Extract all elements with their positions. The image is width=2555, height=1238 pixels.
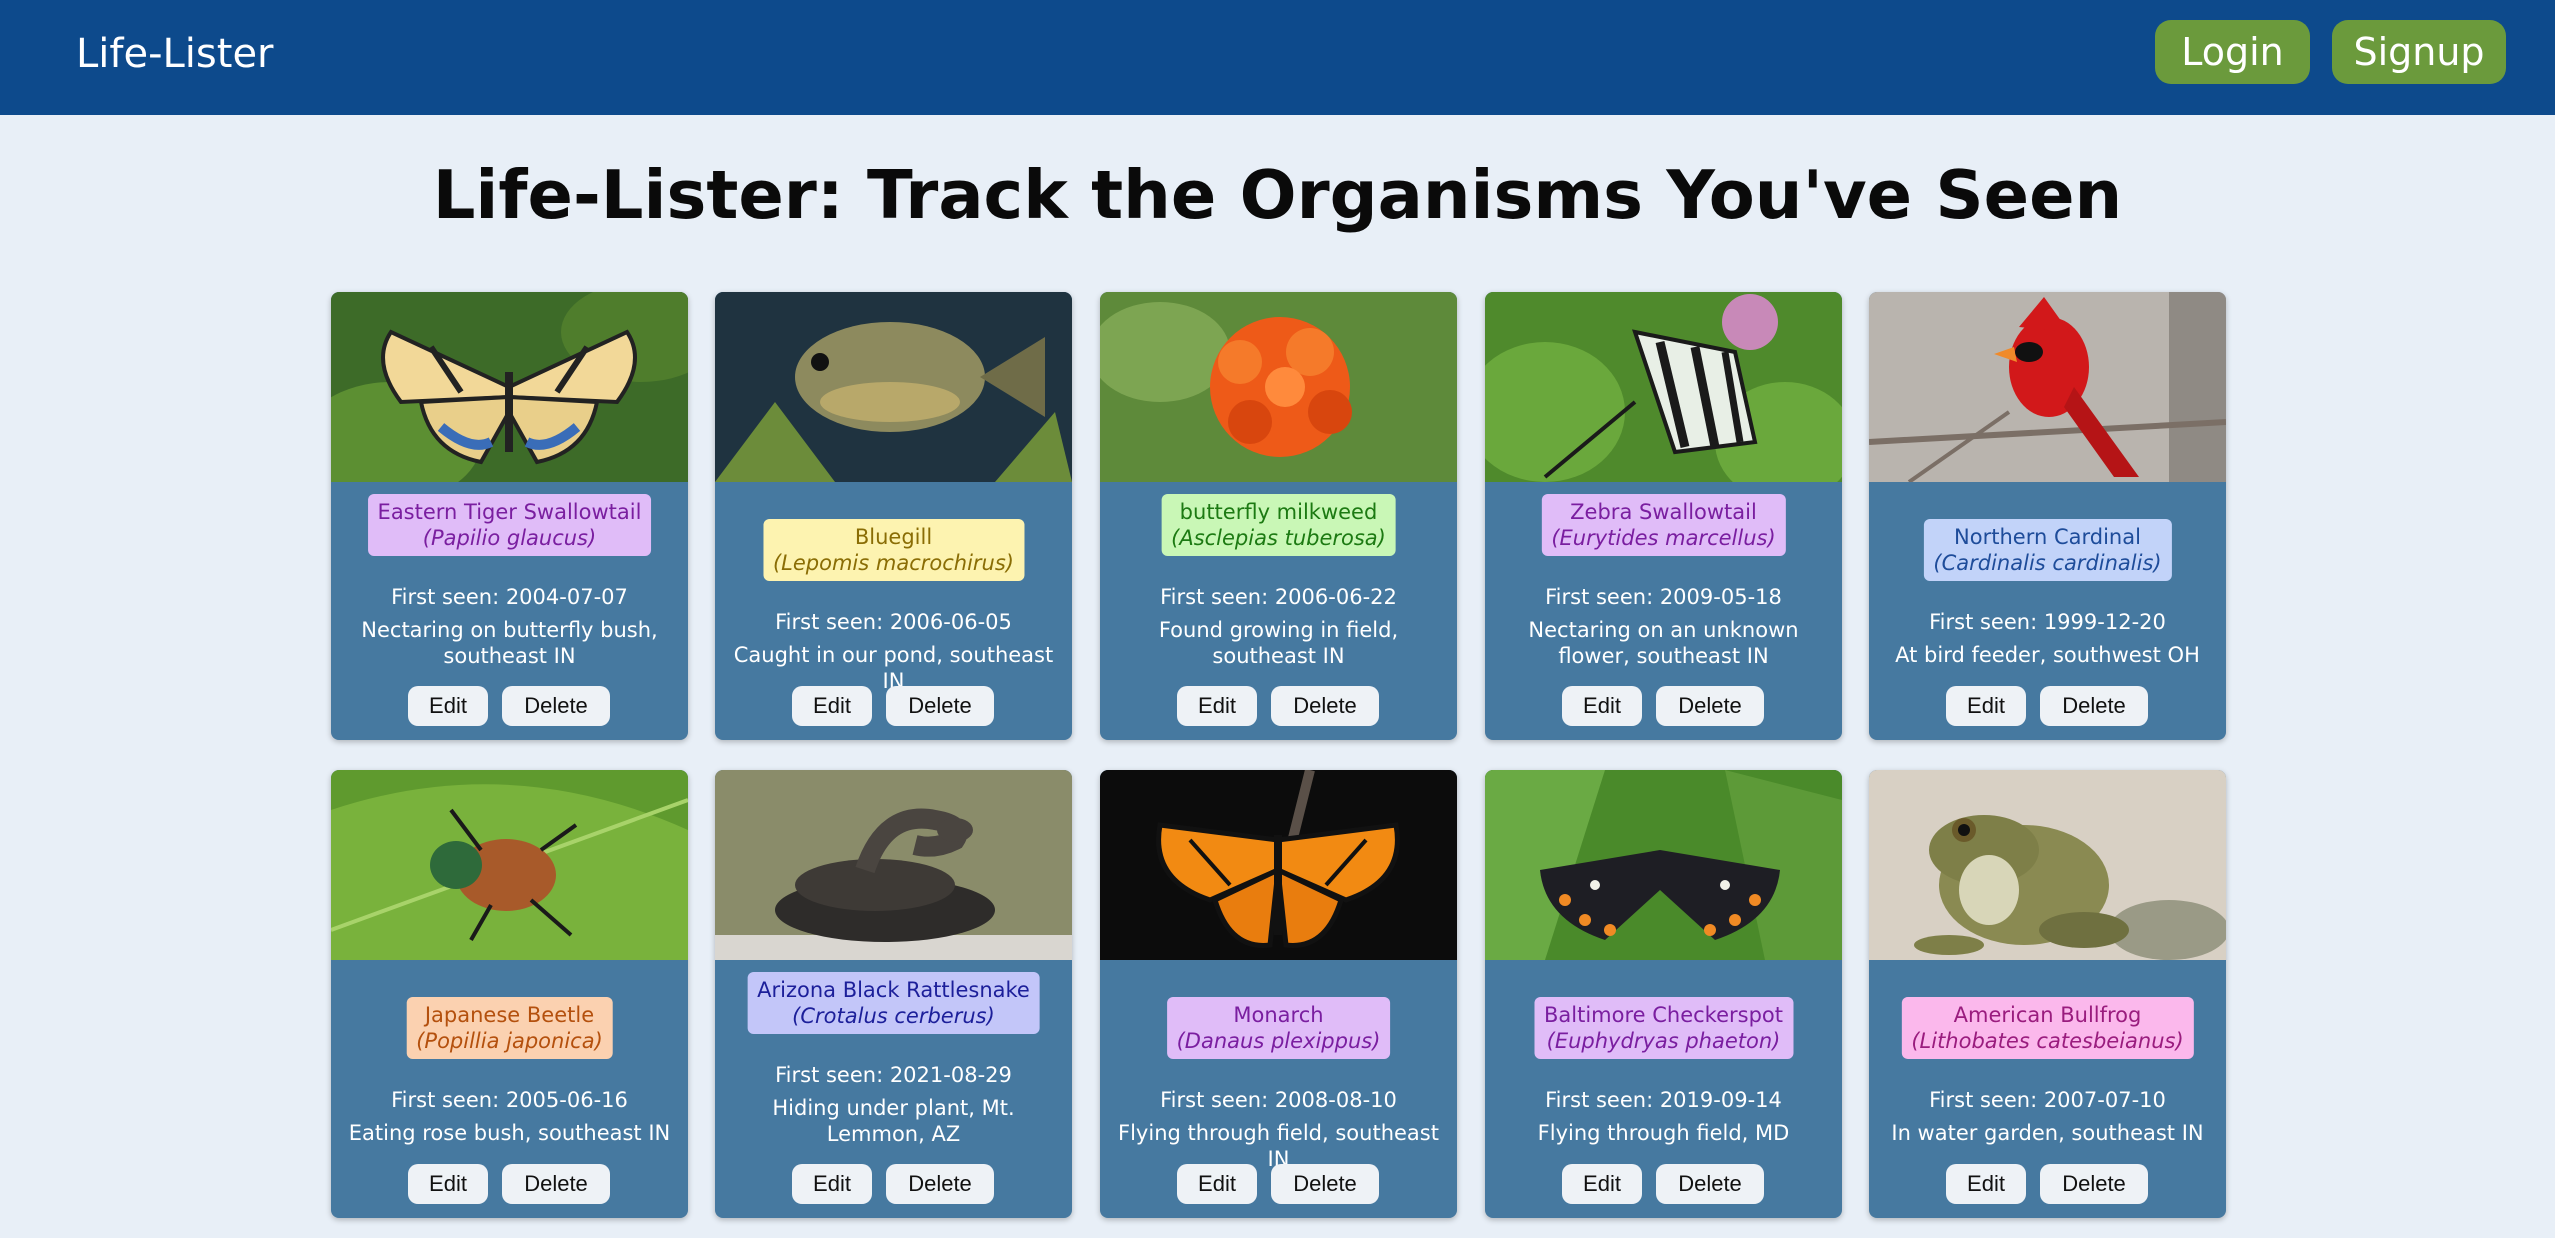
scientific-name: (Popillia japonica) (416, 1029, 603, 1053)
organism-card: American Bullfrog (Lithobates catesbeian… (1869, 770, 2226, 1218)
organism-photo (331, 770, 688, 960)
common-name: Eastern Tiger Swallowtail (377, 500, 642, 524)
organism-card: butterfly milkweed (Asclepias tuberosa) … (1100, 292, 1457, 740)
organism-photo (331, 292, 688, 482)
organism-card: Monarch (Danaus plexippus) First seen: 2… (1100, 770, 1457, 1218)
login-button[interactable]: Login (2155, 20, 2310, 84)
edit-button[interactable]: Edit (792, 686, 872, 726)
common-name: Monarch (1233, 1003, 1324, 1027)
sighting-location: In water garden, southeast IN (1891, 1121, 2204, 1145)
delete-button[interactable]: Delete (886, 1164, 994, 1204)
edit-button[interactable]: Edit (1177, 1164, 1257, 1204)
common-name: Northern Cardinal (1954, 525, 2141, 549)
organism-photo (1100, 292, 1457, 482)
species-name-badge: Baltimore Checkerspot (Euphydryas phaeto… (1533, 997, 1794, 1059)
species-name-badge: Monarch (Danaus plexippus) (1166, 997, 1391, 1059)
sighting-location: At bird feeder, southwest OH (1895, 643, 2200, 667)
edit-button[interactable]: Edit (1946, 686, 2026, 726)
scientific-name: (Crotalus cerberus) (792, 1004, 995, 1028)
organism-card: Northern Cardinal (Cardinalis cardinalis… (1869, 292, 2226, 740)
common-name: butterfly milkweed (1179, 500, 1378, 524)
delete-button[interactable]: Delete (2040, 686, 2148, 726)
common-name: Arizona Black Rattlesnake (757, 978, 1030, 1002)
organism-card: Zebra Swallowtail (Eurytides marcellus) … (1485, 292, 1842, 740)
organism-photo (1869, 770, 2226, 960)
edit-button[interactable]: Edit (1946, 1164, 2026, 1204)
sighting-location: Flying through field, MD (1537, 1121, 1790, 1145)
sighting-location: Nectaring on an unknown flower, southeas… (1528, 618, 1799, 668)
organism-photo (1485, 292, 1842, 482)
organism-photo (715, 770, 1072, 960)
species-name-badge: Zebra Swallowtail (Eurytides marcellus) (1541, 494, 1786, 556)
delete-button[interactable]: Delete (502, 1164, 610, 1204)
first-seen-date: First seen: 2007-07-10 (1929, 1088, 2166, 1112)
first-seen-date: First seen: 2021-08-29 (775, 1063, 1012, 1087)
species-name-badge: Bluegill (Lepomis macrochirus) (762, 519, 1025, 581)
navbar: Life-Lister Login Signup (0, 0, 2555, 115)
species-name-badge: Arizona Black Rattlesnake (Crotalus cerb… (747, 972, 1040, 1034)
species-name-badge: Northern Cardinal (Cardinalis cardinalis… (1923, 519, 2172, 581)
common-name: Zebra Swallowtail (1570, 500, 1757, 524)
first-seen-date: First seen: 2008-08-10 (1160, 1088, 1397, 1112)
scientific-name: (Lepomis macrochirus) (772, 551, 1015, 575)
delete-button[interactable]: Delete (2040, 1164, 2148, 1204)
delete-button[interactable]: Delete (1271, 686, 1379, 726)
organism-photo (1100, 770, 1457, 960)
edit-button[interactable]: Edit (1562, 686, 1642, 726)
species-name-badge: butterfly milkweed (Asclepias tuberosa) (1161, 494, 1396, 556)
edit-button[interactable]: Edit (1177, 686, 1257, 726)
delete-button[interactable]: Delete (1656, 686, 1764, 726)
organism-photo (1869, 292, 2226, 482)
sighting-location: Nectaring on butterfly bush, southeast I… (361, 618, 658, 668)
scientific-name: (Cardinalis cardinalis) (1933, 551, 2162, 575)
scientific-name: (Papilio glaucus) (422, 526, 597, 550)
common-name: Baltimore Checkerspot (1543, 1003, 1784, 1027)
organism-photo (715, 292, 1072, 482)
organism-photo (1485, 770, 1842, 960)
edit-button[interactable]: Edit (792, 1164, 872, 1204)
organism-card: Japanese Beetle (Popillia japonica) Firs… (331, 770, 688, 1218)
delete-button[interactable]: Delete (886, 686, 994, 726)
sighting-location: Found growing in field, southeast IN (1158, 618, 1399, 668)
edit-button[interactable]: Edit (408, 686, 488, 726)
first-seen-date: First seen: 2019-09-14 (1545, 1088, 1782, 1112)
organism-card: Baltimore Checkerspot (Euphydryas phaeto… (1485, 770, 1842, 1218)
edit-button[interactable]: Edit (1562, 1164, 1642, 1204)
scientific-name: (Lithobates catesbeianus) (1911, 1029, 2184, 1053)
scientific-name: (Asclepias tuberosa) (1171, 526, 1386, 550)
first-seen-date: First seen: 2006-06-05 (775, 610, 1012, 634)
common-name: Japanese Beetle (424, 1003, 595, 1027)
scientific-name: (Eurytides marcellus) (1551, 526, 1776, 550)
sighting-location: Eating rose bush, southeast IN (348, 1121, 671, 1145)
common-name: Bluegill (854, 525, 933, 549)
first-seen-date: First seen: 2009-05-18 (1545, 585, 1782, 609)
sighting-location: Hiding under plant, Mt. Lemmon, AZ (772, 1096, 1015, 1146)
edit-button[interactable]: Edit (408, 1164, 488, 1204)
first-seen-date: First seen: 2005-06-16 (391, 1088, 628, 1112)
first-seen-date: First seen: 1999-12-20 (1929, 610, 2166, 634)
delete-button[interactable]: Delete (502, 686, 610, 726)
delete-button[interactable]: Delete (1271, 1164, 1379, 1204)
species-name-badge: Eastern Tiger Swallowtail (Papilio glauc… (367, 494, 652, 556)
page-title: Life-Lister: Track the Organisms You've … (432, 156, 2123, 234)
first-seen-date: First seen: 2004-07-07 (391, 585, 628, 609)
organism-card: Arizona Black Rattlesnake (Crotalus cerb… (715, 770, 1072, 1218)
signup-button[interactable]: Signup (2332, 20, 2506, 84)
brand-logo[interactable]: Life-Lister (76, 26, 274, 82)
organism-card: Bluegill (Lepomis macrochirus) First see… (715, 292, 1072, 740)
scientific-name: (Danaus plexippus) (1176, 1029, 1381, 1053)
common-name: American Bullfrog (1953, 1003, 2142, 1027)
first-seen-date: First seen: 2006-06-22 (1160, 585, 1397, 609)
species-name-badge: Japanese Beetle (Popillia japonica) (406, 997, 613, 1059)
organism-card: Eastern Tiger Swallowtail (Papilio glauc… (331, 292, 688, 740)
delete-button[interactable]: Delete (1656, 1164, 1764, 1204)
species-name-badge: American Bullfrog (Lithobates catesbeian… (1901, 997, 2194, 1059)
scientific-name: (Euphydryas phaeton) (1546, 1029, 1781, 1053)
